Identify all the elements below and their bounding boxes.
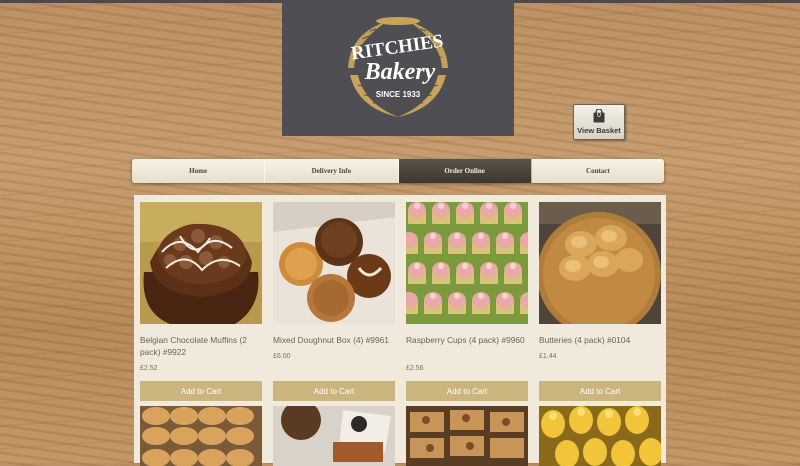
product-image[interactable] — [140, 406, 262, 466]
nav-home[interactable]: Home — [132, 159, 266, 183]
logo-line2: Bakery — [364, 59, 436, 85]
product-price: £2.52 — [140, 365, 158, 372]
nav-delivery-info[interactable]: Delivery Info — [265, 159, 399, 183]
product-name[interactable]: Mixed Doughnut Box (4) #9961 — [273, 334, 397, 346]
add-to-cart-button[interactable]: Add to Cart — [406, 381, 528, 401]
product-image[interactable] — [539, 202, 661, 324]
ritchies-bakery-logo: RITCHIES Bakery SINCE 1933 — [348, 17, 448, 117]
site-logo[interactable]: RITCHIES Bakery SINCE 1933 — [282, 0, 514, 136]
logo-line3: SINCE 1933 — [376, 90, 421, 99]
nav-order-online[interactable]: Order Online — [398, 159, 532, 183]
product-image[interactable] — [273, 202, 395, 324]
product-price: £6.00 — [273, 353, 291, 360]
product-name[interactable]: Belgian Chocolate Muffins (2 pack) #9922 — [140, 334, 264, 358]
add-to-cart-button[interactable]: Add to Cart — [539, 381, 661, 401]
basket-label: View Basket — [577, 126, 621, 135]
add-to-cart-button[interactable]: Add to Cart — [273, 381, 395, 401]
product-image[interactable] — [406, 202, 528, 324]
view-basket-button[interactable]: 0 View Basket — [573, 104, 625, 140]
product-image[interactable] — [539, 406, 661, 466]
product-image[interactable] — [406, 406, 528, 466]
product-price: £2.56 — [406, 365, 424, 372]
add-to-cart-button[interactable]: Add to Cart — [140, 381, 262, 401]
product-gallery: Belgian Chocolate Muffins (2 pack) #9922… — [134, 195, 666, 466]
product-name[interactable]: Raspberry Cups (4 pack) #9960 — [406, 334, 530, 346]
product-name[interactable]: Butteries (4 pack) #0104 — [539, 334, 663, 346]
product-image[interactable] — [273, 406, 395, 466]
nav-contact[interactable]: Contact — [532, 159, 664, 183]
product-image[interactable] — [140, 202, 262, 324]
main-nav: Home Delivery Info Order Online Contact — [132, 159, 664, 183]
basket-count: 0 — [597, 112, 601, 119]
product-price: £1.44 — [539, 353, 557, 360]
